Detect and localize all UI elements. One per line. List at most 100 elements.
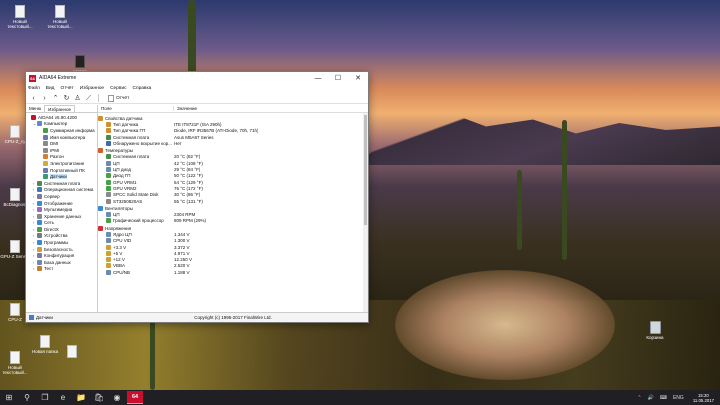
table-row[interactable]: ST3250820AS 55 °C (131 °F) bbox=[98, 198, 368, 204]
tree-item[interactable]: IPMI bbox=[26, 147, 97, 154]
file-explorer-icon[interactable]: 📁 bbox=[72, 390, 90, 405]
aida64-taskbar-icon[interactable]: 64 bbox=[127, 391, 143, 404]
tab-favorites[interactable]: Избранное bbox=[44, 105, 75, 112]
title-bar[interactable]: 64 AIDA64 Extreme — ☐ ✕ bbox=[26, 72, 368, 84]
tree-item-icon bbox=[43, 174, 48, 180]
menu-help[interactable]: Справка bbox=[133, 86, 152, 91]
tree-item[interactable]: › Отображение bbox=[26, 200, 97, 207]
row-field: Тип датчика bbox=[113, 121, 139, 127]
chart-icon[interactable]: ⟋ bbox=[84, 94, 93, 103]
close-button[interactable]: ✕ bbox=[348, 72, 368, 84]
row-field: Температуры bbox=[105, 148, 133, 154]
desktop-icon[interactable]: Новая папка bbox=[30, 335, 60, 354]
keyboard-icon[interactable]: ⌨ bbox=[660, 395, 667, 401]
tree-item-icon bbox=[37, 240, 42, 246]
report-button[interactable]: Отчёт bbox=[108, 94, 129, 102]
sensor-row-icon bbox=[98, 225, 103, 231]
tree-item[interactable]: › Программы bbox=[26, 239, 97, 246]
menu-tools[interactable]: Сервис bbox=[110, 86, 126, 91]
tree-item[interactable]: Имя компьютера bbox=[26, 134, 97, 141]
tree-item[interactable]: › Сеть bbox=[26, 220, 97, 227]
forward-icon[interactable]: › bbox=[40, 94, 49, 103]
row-value: 50 °C (122 °F) bbox=[174, 173, 203, 179]
tree-item[interactable]: Разгон bbox=[26, 154, 97, 161]
search-icon[interactable]: ⚲ bbox=[18, 390, 36, 405]
vertical-scrollbar[interactable] bbox=[363, 113, 368, 312]
menu-view[interactable]: Вид bbox=[46, 86, 55, 91]
tree-item-icon bbox=[37, 207, 42, 213]
desktop-icon[interactable] bbox=[57, 345, 87, 359]
clock[interactable]: 15:20 11.05.2017 bbox=[693, 393, 714, 403]
row-value: 809 RPM (29%) bbox=[174, 218, 207, 224]
row-field: ЦП диод bbox=[113, 167, 131, 173]
sensor-row-icon bbox=[106, 218, 111, 224]
desktop-icon[interactable]: Корзина bbox=[640, 321, 670, 340]
tree-item-icon bbox=[37, 121, 42, 127]
tree-item[interactable]: › Устройства bbox=[26, 233, 97, 240]
volume-icon[interactable]: 🔊 bbox=[648, 395, 654, 401]
refresh-icon[interactable]: ↻ bbox=[62, 94, 71, 103]
store-icon[interactable]: 🛍 bbox=[90, 390, 108, 405]
desktop-icon[interactable]: Новый текстовый... bbox=[0, 351, 30, 375]
maximize-button[interactable]: ☐ bbox=[328, 72, 348, 84]
tree-item[interactable]: Портативный ПК bbox=[26, 167, 97, 174]
tray-expand-icon[interactable]: ⌃ bbox=[637, 395, 641, 401]
file-icon bbox=[10, 240, 20, 253]
tree-item[interactable]: › Хранение данных bbox=[26, 213, 97, 220]
tree-item[interactable]: AIDA64 v5.90.4200 bbox=[26, 114, 97, 121]
tree-item-label: Устройства bbox=[44, 233, 68, 239]
language-indicator[interactable]: ENG bbox=[673, 395, 684, 401]
toolbar: ‹ › ⌃ ↻ ♙ ⟋ Отчёт bbox=[26, 93, 368, 104]
tree-item[interactable]: DMI bbox=[26, 140, 97, 147]
tree-item[interactable]: › Сервер bbox=[26, 193, 97, 200]
sensor-row-icon bbox=[106, 198, 111, 204]
sensor-row-icon bbox=[106, 263, 111, 269]
tree-item-icon bbox=[43, 167, 48, 173]
tree-item[interactable]: › Мультимедиа bbox=[26, 206, 97, 213]
tree-item[interactable]: Датчики bbox=[26, 173, 97, 180]
task-view-icon[interactable]: ❐ bbox=[36, 390, 54, 405]
sensor-row-icon bbox=[98, 115, 103, 121]
tree-item[interactable]: › Тест bbox=[26, 266, 97, 273]
row-field: Вентиляторы bbox=[105, 205, 133, 211]
user-icon[interactable]: ♙ bbox=[73, 94, 82, 103]
tree-item[interactable]: › Конфигурация bbox=[26, 252, 97, 259]
tree-item-icon bbox=[37, 259, 42, 265]
column-field-header[interactable]: Поле bbox=[98, 106, 174, 111]
tree-item-label: Суммарная информа bbox=[50, 127, 95, 133]
back-icon[interactable]: ‹ bbox=[29, 94, 38, 103]
table-row[interactable]: Обнаружено вскрытие кор... Нет bbox=[98, 140, 368, 146]
tree-item[interactable]: › База данных bbox=[26, 259, 97, 266]
tree-item[interactable]: › Системная плата bbox=[26, 180, 97, 187]
scrollbar-thumb[interactable] bbox=[364, 115, 367, 225]
tree-item[interactable]: ⌄ Компьютер bbox=[26, 121, 97, 128]
tree-item[interactable]: › DirectX bbox=[26, 226, 97, 233]
menu-favorites[interactable]: Избранное bbox=[80, 86, 104, 91]
desktop-icon[interactable]: Новый текстовый... bbox=[5, 5, 35, 29]
start-button[interactable]: ⊞ bbox=[0, 390, 18, 405]
tree-item-icon bbox=[43, 160, 48, 166]
row-value: 1.188 V bbox=[174, 269, 190, 275]
desktop-icon[interactable]: Новый текстовый... bbox=[45, 5, 75, 29]
tree-item-icon bbox=[37, 213, 42, 219]
chrome-icon[interactable]: ◉ bbox=[108, 390, 126, 405]
tree-item[interactable]: › Операционная система bbox=[26, 187, 97, 194]
tree-item-icon bbox=[37, 266, 42, 272]
minimize-button[interactable]: — bbox=[308, 72, 328, 84]
tree-item[interactable]: Электропитание bbox=[26, 160, 97, 167]
table-row[interactable]: CPU/NB 1.188 V bbox=[98, 269, 368, 275]
tree-item[interactable]: Суммарная информа bbox=[26, 127, 97, 134]
menu-report[interactable]: Отчёт bbox=[60, 86, 73, 91]
menu-file[interactable]: Файл bbox=[28, 86, 40, 91]
table-row[interactable]: Графический процессор 809 RPM (29%) bbox=[98, 218, 368, 224]
row-field: GPU VRM1 bbox=[113, 179, 137, 185]
row-value: 55 °C (131 °F) bbox=[174, 198, 203, 204]
tree-item[interactable]: › Безопасность bbox=[26, 246, 97, 253]
edge-icon[interactable]: e bbox=[54, 390, 72, 405]
row-value: 2.520 V bbox=[174, 263, 190, 269]
column-value-header[interactable]: Значение bbox=[174, 106, 197, 111]
up-icon[interactable]: ⌃ bbox=[51, 94, 60, 103]
tab-menu[interactable]: Меню bbox=[26, 105, 44, 112]
tree-item-icon bbox=[37, 193, 42, 199]
sensor-row-icon bbox=[106, 134, 111, 140]
